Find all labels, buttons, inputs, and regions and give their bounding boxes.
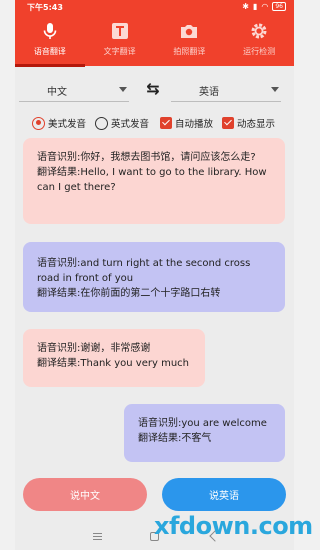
chevron-down-icon	[271, 87, 279, 92]
tab-text-translate[interactable]: 文字翻译	[85, 20, 155, 64]
microphone-icon	[39, 20, 61, 42]
recognized-text: 语音识别:你好，我想去图书馆，请问应该怎么走?	[37, 152, 256, 163]
menu-icon[interactable]	[93, 533, 102, 540]
tab-photo-translate[interactable]: 拍照翻译	[155, 20, 225, 64]
source-language-select[interactable]: 中文	[19, 78, 129, 102]
uk-voice-radio[interactable]	[95, 116, 108, 130]
text-icon	[109, 20, 131, 42]
source-language-value: 中文	[47, 87, 67, 98]
tab-run-check[interactable]: 运行检测	[224, 20, 294, 64]
dynamic-display-checkbox[interactable]	[222, 117, 234, 129]
tab-label: 语音翻译	[33, 47, 66, 56]
auto-play-option[interactable]: 自动播放	[160, 116, 213, 130]
wifi-icon: ◠	[261, 2, 269, 11]
us-voice-label: 美式发音	[48, 119, 87, 130]
translation-result: 翻译结果:Hello, I want to go to the library.…	[37, 167, 267, 193]
message-bubble: 语音识别:谢谢，非常感谢 翻译结果:Thank you very much	[23, 329, 205, 387]
camera-icon	[178, 20, 200, 42]
status-bar: 下午5:43 ✱ ▮ ◠ 96	[15, 0, 294, 14]
target-language-select[interactable]: 英语	[171, 78, 281, 102]
bluetooth-icon: ✱	[242, 2, 249, 11]
translation-result: 翻译结果:不客气	[138, 433, 212, 444]
speak-english-button[interactable]: 说英语	[162, 478, 286, 511]
us-voice-radio[interactable]	[32, 116, 45, 130]
tab-bar: 语音翻译 文字翻译 拍照翻译 运行检测	[15, 20, 294, 64]
header: 下午5:43 ✱ ▮ ◠ 96 语音翻译 文字翻译 拍照翻译 运行检测	[15, 0, 294, 66]
battery-indicator: 96	[272, 2, 286, 11]
watermark: xfdown.com	[154, 512, 313, 540]
auto-play-checkbox[interactable]	[160, 117, 172, 129]
status-time: 下午5:43	[27, 3, 63, 12]
signal-icon: ▮	[252, 2, 258, 11]
language-selector-row: 中文 ⇆ 英语	[15, 72, 294, 106]
target-language-value: 英语	[199, 87, 219, 98]
app-screen: 下午5:43 ✱ ▮ ◠ 96 语音翻译 文字翻译 拍照翻译 运行检测 中文 ⇆…	[15, 0, 294, 550]
message-bubble: 语音识别:and turn right at the second cross …	[23, 242, 285, 312]
tab-label: 文字翻译	[103, 47, 136, 56]
swap-icon[interactable]: ⇆	[144, 80, 162, 98]
status-icons: ✱ ▮ ◠ 96	[242, 2, 286, 11]
message-bubble: 语音识别:you are welcome 翻译结果:不客气	[124, 404, 285, 462]
recognized-text: 语音识别:谢谢，非常感谢	[37, 343, 151, 354]
uk-voice-label: 英式发音	[111, 119, 150, 130]
tab-voice-translate[interactable]: 语音翻译	[15, 20, 85, 64]
dynamic-display-label: 动态显示	[237, 119, 276, 130]
auto-play-label: 自动播放	[175, 119, 214, 130]
active-tab-indicator	[15, 64, 85, 67]
options-row: 美式发音 英式发音 自动播放 动态显示	[15, 114, 294, 134]
translation-result: 翻译结果:在你前面的第二个十字路口右转	[37, 288, 221, 299]
gear-icon	[248, 20, 270, 42]
message-bubble: 语音识别:你好，我想去图书馆，请问应该怎么走? 翻译结果:Hello, I wa…	[23, 138, 285, 224]
translation-result: 翻译结果:Thank you very much	[37, 358, 189, 369]
speak-chinese-button[interactable]: 说中文	[23, 478, 147, 511]
chevron-down-icon	[119, 87, 127, 92]
tab-label: 拍照翻译	[173, 47, 206, 56]
recognized-text: 语音识别:you are welcome	[138, 418, 267, 429]
uk-voice-option[interactable]: 英式发音	[95, 116, 149, 130]
dynamic-display-option[interactable]: 动态显示	[222, 116, 275, 130]
us-voice-option[interactable]: 美式发音	[32, 116, 86, 130]
recognized-text: 语音识别:and turn right at the second cross …	[37, 258, 251, 284]
tab-label: 运行检测	[243, 47, 276, 56]
